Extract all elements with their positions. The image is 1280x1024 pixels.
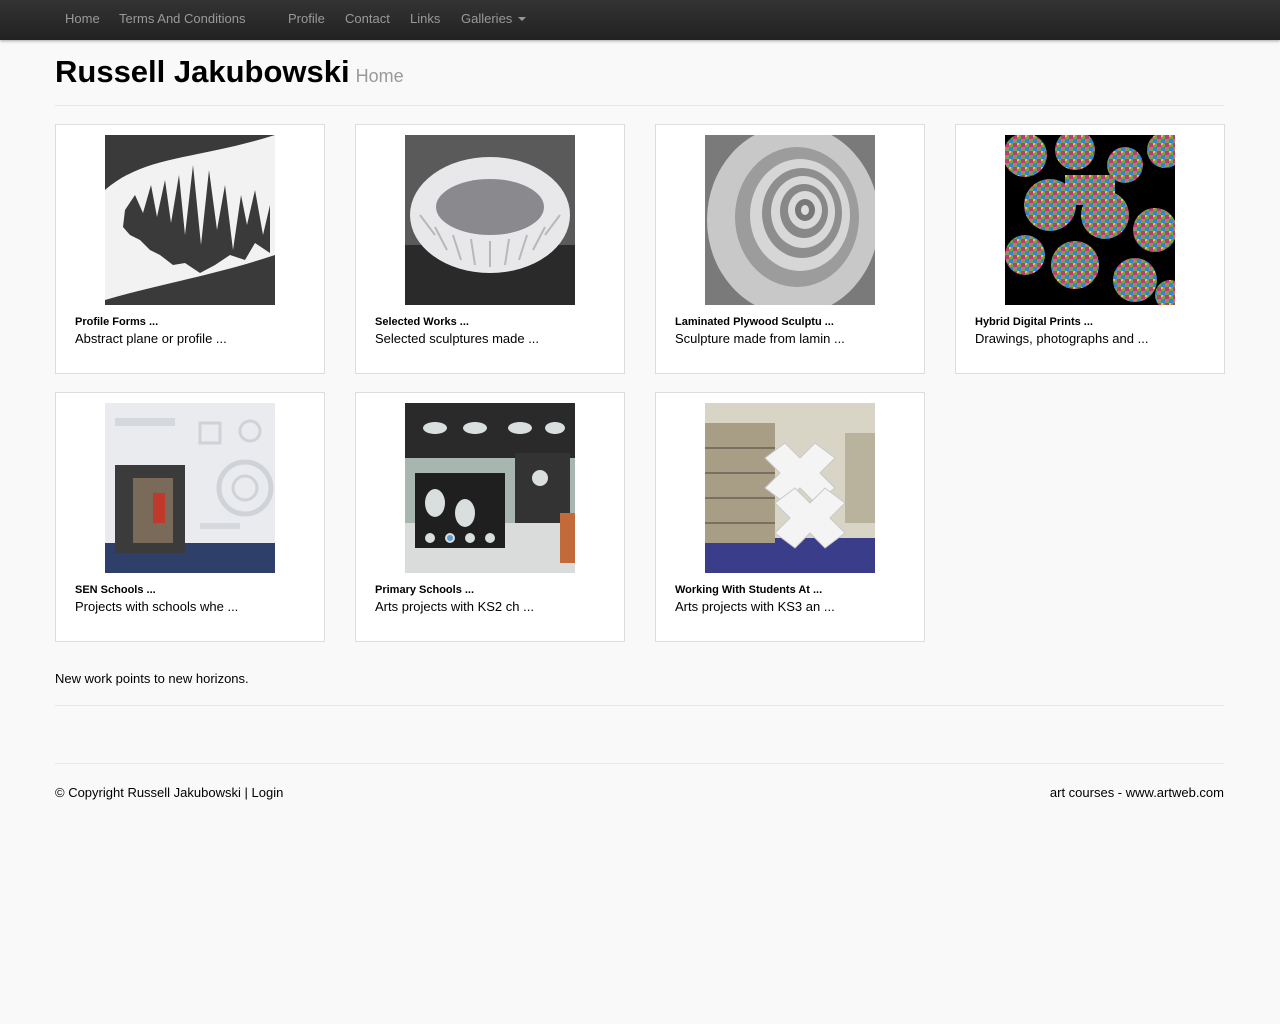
page-subtitle: Home bbox=[355, 66, 404, 86]
gallery-thumbnail[interactable] bbox=[705, 403, 875, 573]
gallery-description: Arts projects with KS2 ch ... bbox=[375, 599, 534, 614]
gallery-card-laminated-plywood[interactable]: Laminated Plywood Sculptu ... Sculpture … bbox=[655, 124, 925, 374]
gallery-description: Abstract plane or profile ... bbox=[75, 331, 227, 346]
chevron-down-icon bbox=[518, 16, 527, 21]
gallery-description: Arts projects with KS3 an ... bbox=[675, 599, 835, 614]
gallery-card-profile-forms[interactable]: Profile Forms ... Abstract plane or prof… bbox=[55, 124, 325, 374]
gallery-card-primary-schools[interactable]: Primary Schools ... Arts projects with K… bbox=[355, 392, 625, 642]
nav-galleries-dropdown[interactable]: Galleries bbox=[461, 0, 527, 40]
top-navbar: Home Terms And Conditions Profile Contac… bbox=[0, 0, 1280, 40]
footer-separator: | bbox=[244, 785, 248, 800]
gallery-title[interactable]: Primary Schools ... bbox=[375, 584, 474, 596]
nav-profile-link[interactable]: Profile bbox=[288, 0, 325, 40]
gallery-title[interactable]: Profile Forms ... bbox=[75, 316, 158, 328]
header-divider bbox=[55, 105, 1224, 106]
login-link[interactable]: Login bbox=[252, 785, 284, 800]
gallery-thumbnail[interactable] bbox=[105, 135, 275, 305]
gallery-thumbnail[interactable] bbox=[105, 403, 275, 573]
footer-copyright: © Copyright Russell Jakubowski | Login bbox=[55, 785, 283, 800]
gallery-title[interactable]: Laminated Plywood Sculptu ... bbox=[675, 316, 834, 328]
gallery-card-hybrid-prints[interactable]: Hybrid Digital Prints ... Drawings, phot… bbox=[955, 124, 1225, 374]
gallery-description: Selected sculptures made ... bbox=[375, 331, 540, 346]
gallery-thumbnail[interactable] bbox=[705, 135, 875, 305]
gallery-card-sen-schools[interactable]: SEN Schools ... Projects with schools wh… bbox=[55, 392, 325, 642]
gallery-title[interactable]: Hybrid Digital Prints ... bbox=[975, 316, 1093, 328]
gallery-title[interactable]: Working With Students At ... bbox=[675, 584, 822, 596]
gallery-description: Projects with schools whe ... bbox=[75, 599, 239, 614]
artweb-credit-link[interactable]: art courses - www.artweb.com bbox=[1050, 785, 1224, 800]
gallery-description: Sculpture made from lamin ... bbox=[675, 331, 845, 346]
gallery-thumbnail[interactable] bbox=[405, 403, 575, 573]
gallery-card-selected-works[interactable]: Selected Works ... Selected sculptures m… bbox=[355, 124, 625, 374]
gallery-title[interactable]: Selected Works ... bbox=[375, 316, 469, 328]
gallery-title[interactable]: SEN Schools ... bbox=[75, 584, 156, 596]
gallery-thumbnail[interactable] bbox=[405, 135, 575, 305]
footer-divider bbox=[55, 763, 1224, 764]
nav-contact-link[interactable]: Contact bbox=[345, 0, 390, 40]
nav-links-link[interactable]: Links bbox=[410, 0, 440, 40]
gallery-thumbnail[interactable] bbox=[1005, 135, 1175, 305]
gallery-card-working-students[interactable]: Working With Students At ... Arts projec… bbox=[655, 392, 925, 642]
gallery-description: Drawings, photographs and ... bbox=[975, 331, 1149, 346]
footer-credit: art courses - www.artweb.com bbox=[1050, 785, 1224, 800]
nav-home-link[interactable]: Home bbox=[65, 0, 100, 40]
copyright-text: © Copyright Russell Jakubowski bbox=[55, 785, 241, 800]
nav-galleries-label: Galleries bbox=[461, 11, 513, 26]
nav-terms-link[interactable]: Terms And Conditions bbox=[119, 0, 245, 40]
page-header: Russell Jakubowski Home bbox=[55, 54, 404, 90]
page-tagline: New work points to new horizons. bbox=[55, 671, 249, 686]
site-title: Russell Jakubowski bbox=[55, 54, 350, 89]
content-divider bbox=[55, 705, 1224, 706]
